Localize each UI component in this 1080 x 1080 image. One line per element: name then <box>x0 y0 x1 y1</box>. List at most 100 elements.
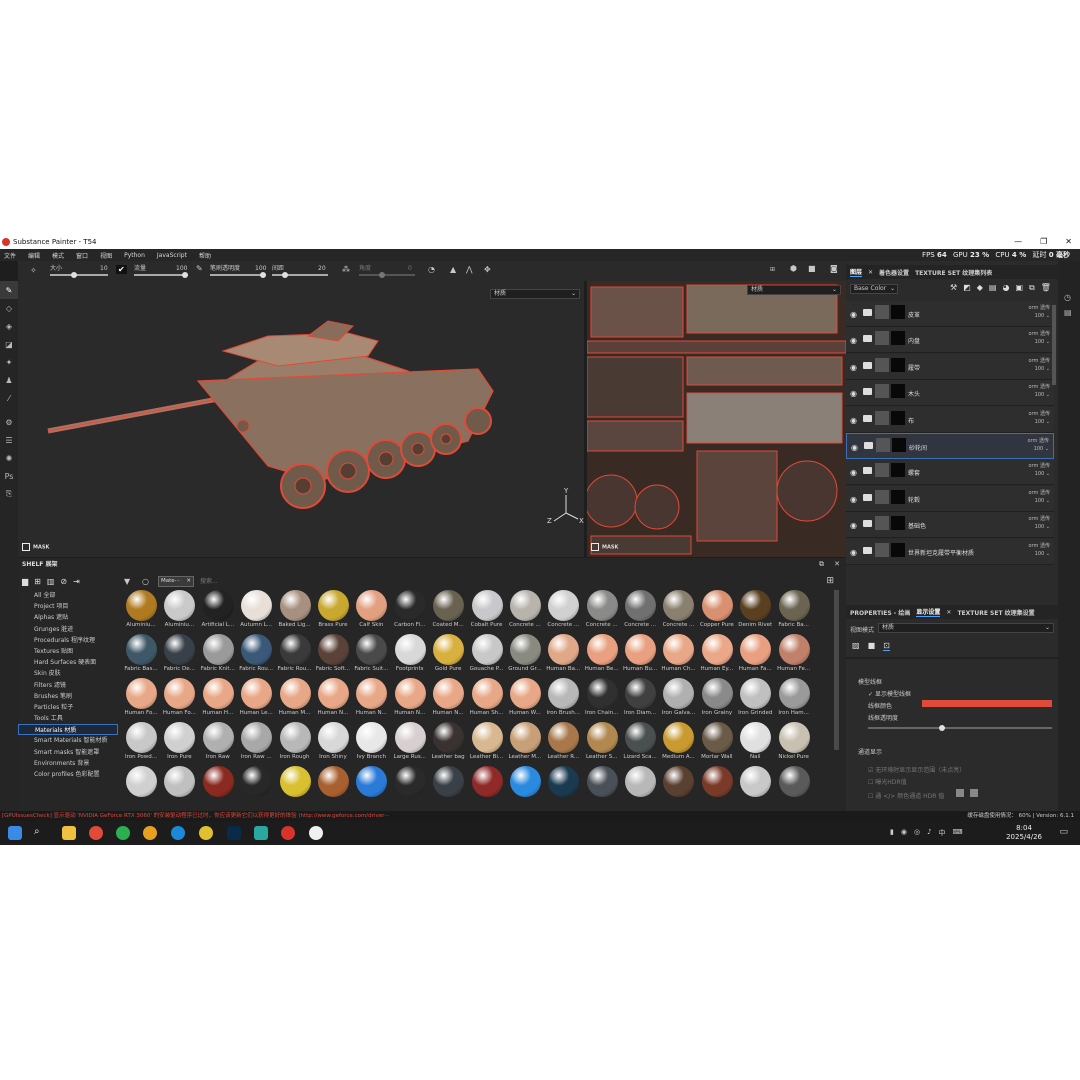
flow-pressure-icon[interactable]: ✎ <box>196 264 203 273</box>
chrome-alt-icon[interactable] <box>199 826 213 840</box>
material-tile[interactable]: Autumn L... <box>237 588 275 632</box>
add-mask-icon[interactable]: ◩ <box>963 283 971 293</box>
material-tile[interactable]: Iron Ham... <box>775 676 813 720</box>
material-tile[interactable]: Ivy Branch <box>352 720 390 764</box>
menu-help[interactable]: 帮助 <box>199 251 211 260</box>
material-tile[interactable]: Iron Raw <box>199 720 237 764</box>
color-picker-icon[interactable]: ⁄ <box>0 389 18 407</box>
ime-label[interactable]: 中 <box>939 828 946 838</box>
layer-row[interactable]: ◉ 履带 orm 透传 100 ⌄ <box>846 353 1054 380</box>
add-smart-material-icon[interactable]: ◕ <box>1002 283 1009 293</box>
mask-thumbnail[interactable] <box>891 357 905 372</box>
layer-row[interactable]: ◉ 皮革 orm 透传 100 ⌄ <box>846 301 1054 327</box>
flow-value[interactable]: 100 <box>176 265 187 272</box>
layer-row[interactable]: ◉ 砂轮间 orm 透传 100 ⌄ <box>846 433 1054 459</box>
network-icon[interactable]: ◎ <box>914 828 920 838</box>
tab-texture-set-settings[interactable]: TEXTURE SET 纹理集设置 <box>957 608 1034 617</box>
material-tile[interactable]: Large Rus... <box>391 720 429 764</box>
shelf-category-item[interactable]: Textures 贴图 <box>18 646 118 657</box>
material-tile[interactable]: Calf Skin <box>352 588 390 632</box>
mask-thumbnail[interactable] <box>892 438 906 452</box>
shelf-category-item[interactable]: Smart Materials 智能材质 <box>18 735 118 746</box>
export-icon[interactable]: ⇥ <box>73 577 80 586</box>
material-tile[interactable]: Iron Raw ... <box>237 720 275 764</box>
shelf-category-item[interactable]: Environments 背景 <box>18 758 118 769</box>
material-tile[interactable]: Human Ey... <box>698 632 736 676</box>
material-tile[interactable]: Iron Shiny <box>314 720 352 764</box>
layer-blend[interactable]: orm 透传 100 ⌄ <box>1029 515 1051 531</box>
layers-icon[interactable]: ☰ <box>0 431 18 449</box>
python-icon[interactable]: Ps <box>0 467 18 485</box>
material-tile[interactable]: Aluminiu... <box>122 588 160 632</box>
material-tile[interactable] <box>621 764 659 808</box>
new-folder-icon[interactable]: ⊞ <box>34 577 41 586</box>
layer-row[interactable]: ◉ 布 orm 透传 100 ⌄ <box>846 406 1054 433</box>
material-tile[interactable]: Denim Rivet <box>736 588 774 632</box>
material-tile[interactable]: Iron Galva... <box>659 676 697 720</box>
shelf-category-item[interactable]: Color profiles 色彩配置 <box>18 769 118 780</box>
menu-edit[interactable]: 编辑 <box>28 251 40 260</box>
shelf-float-icon[interactable]: ⧉ <box>819 560 824 569</box>
material-tile[interactable]: Human Fa... <box>736 632 774 676</box>
material-tile[interactable]: Leather R... <box>544 720 582 764</box>
material-tile[interactable]: Human N... <box>314 676 352 720</box>
filter-icon[interactable]: ▼ <box>124 577 130 586</box>
layer-blend[interactable]: orm 透传 100 ⌄ <box>1029 383 1051 399</box>
option-channel-hdr[interactable]: ☐ 通 </> 颜色通道 HDR 值 <box>868 791 944 800</box>
material-tile[interactable]: Lizard Sca... <box>621 720 659 764</box>
material-tile[interactable]: Concrete ... <box>583 588 621 632</box>
layer-row[interactable]: ◉ 螺套 orm 透传 100 ⌄ <box>846 459 1054 486</box>
tab-layers[interactable]: 图层 <box>850 267 863 277</box>
view-mode-select[interactable]: 材质 ⌄ <box>878 623 1054 633</box>
material-tile[interactable]: Concrete ... <box>659 588 697 632</box>
menu-window[interactable]: 窗口 <box>76 251 88 260</box>
tab-texture-set-list[interactable]: TEXTURE SET 纹理集列表 <box>915 268 992 277</box>
viewport-2d[interactable]: 材质 ⌄ MASK <box>587 281 846 557</box>
image-icon[interactable]: ▨ <box>852 641 860 651</box>
visibility-eye-icon[interactable]: ◉ <box>850 548 857 557</box>
settings-icon[interactable]: ⚙ <box>0 413 18 431</box>
layer-blend[interactable]: orm 透传 100 ⌄ <box>1029 542 1051 558</box>
material-tile[interactable]: Leather S... <box>583 720 621 764</box>
layer-blend[interactable]: orm 透传 100 ⌄ <box>1029 357 1051 373</box>
spacing-slider-knob[interactable] <box>282 272 288 278</box>
battery-icon[interactable]: ▮ <box>890 828 894 838</box>
material-tile[interactable] <box>122 764 160 808</box>
circle-icon[interactable]: ○ <box>142 577 149 586</box>
shelf-category-item[interactable]: Project 项目 <box>18 601 118 612</box>
material-tile[interactable] <box>352 764 390 808</box>
shelf-category-item[interactable]: Brushes 笔刷 <box>18 691 118 702</box>
option-env-display[interactable]: ☑ 无环境时显示显示范围（未点亮） <box>868 765 965 774</box>
lazy-mouse-icon[interactable]: ▲ <box>450 265 456 274</box>
notifications-icon[interactable]: ▭ <box>1059 827 1068 837</box>
material-tile[interactable]: Human Sh... <box>468 676 506 720</box>
shelf-category-item[interactable]: Particles 粒子 <box>18 702 118 713</box>
mask-thumbnail[interactable] <box>891 463 905 478</box>
mask-thumbnail[interactable] <box>891 305 905 319</box>
layer-row[interactable]: ◉ 轮毂 orm 透传 100 ⌄ <box>846 485 1054 512</box>
tank-model[interactable]: Y Z X <box>18 281 584 557</box>
camera-icon[interactable]: ■ <box>808 264 816 273</box>
menu-view[interactable]: 视图 <box>100 251 112 260</box>
mirror-icon[interactable]: ⋀ <box>466 265 473 274</box>
angle-dial-icon[interactable]: ◔ <box>428 265 435 274</box>
material-tile[interactable]: Fabric Soft... <box>314 632 352 676</box>
smudge-icon[interactable]: ✦ <box>0 353 18 371</box>
layer-blend[interactable]: orm 透传 100 ⌄ <box>1029 410 1051 426</box>
material-tile[interactable]: Brass Pure <box>314 588 352 632</box>
material-tile[interactable]: Fabric Rou... <box>276 632 314 676</box>
material-tile[interactable] <box>775 764 813 808</box>
material-tile[interactable]: Cobalt Pure <box>468 588 506 632</box>
visibility-eye-icon[interactable]: ◉ <box>850 363 857 372</box>
material-tile[interactable]: Leather M... <box>506 720 544 764</box>
menu-file[interactable]: 文件 <box>4 251 16 260</box>
material-tile[interactable]: Aluminiu... <box>160 588 198 632</box>
windows-start-icon[interactable] <box>8 826 22 840</box>
material-tile[interactable] <box>544 764 582 808</box>
duplicate-icon[interactable]: ⧉ <box>1029 283 1035 293</box>
effects-icon[interactable]: ✺ <box>0 449 18 467</box>
edge-icon[interactable] <box>171 826 185 840</box>
flow-slider-knob[interactable] <box>182 272 188 278</box>
material-tile[interactable] <box>698 764 736 808</box>
mask-thumbnail[interactable] <box>891 542 905 557</box>
